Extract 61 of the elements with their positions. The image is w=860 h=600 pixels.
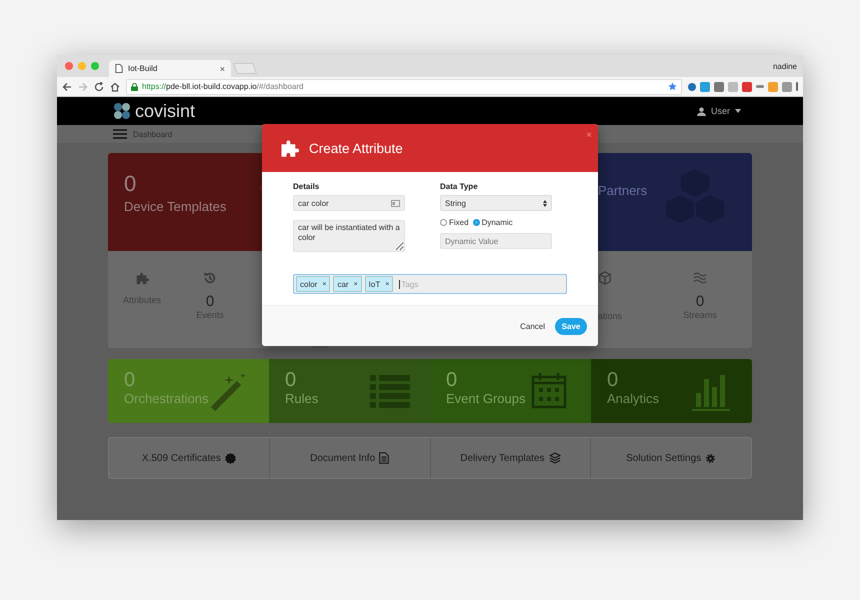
radio-button[interactable] bbox=[472, 219, 480, 226]
extension-icons[interactable] bbox=[688, 82, 798, 92]
stat-count: 0 bbox=[696, 293, 704, 310]
field-label: Data Type bbox=[440, 182, 479, 191]
history-icon bbox=[203, 271, 217, 285]
dialog-title: Create Attribute bbox=[309, 140, 403, 156]
home-icon[interactable] bbox=[110, 82, 120, 92]
radio-option[interactable]: Fixed bbox=[440, 218, 469, 227]
tags-placeholder: Tags bbox=[399, 280, 418, 288]
stat-count: 0 bbox=[206, 293, 214, 310]
puzzle-icon bbox=[279, 138, 299, 158]
back-icon[interactable] bbox=[62, 82, 72, 92]
waves-icon bbox=[693, 271, 707, 285]
menu-icon[interactable] bbox=[113, 129, 127, 139]
tag-label: car bbox=[337, 280, 349, 288]
caret-icon bbox=[735, 109, 741, 113]
tile-count: 0 bbox=[446, 369, 458, 392]
star-icon[interactable] bbox=[668, 82, 677, 91]
id-card-icon bbox=[391, 200, 400, 206]
user-menu[interactable]: User bbox=[690, 105, 747, 117]
radio-option[interactable]: Dynamic bbox=[472, 218, 513, 227]
radio-button[interactable] bbox=[440, 219, 447, 226]
data-type-select[interactable]: String bbox=[440, 195, 552, 211]
seal-icon bbox=[224, 452, 236, 464]
settings-icon bbox=[705, 452, 716, 464]
document-icon bbox=[379, 452, 390, 464]
description-field[interactable]: car will be instantiated with a color bbox=[293, 220, 405, 252]
document-icon bbox=[115, 64, 123, 73]
box-icon bbox=[598, 271, 612, 285]
forward-icon[interactable] bbox=[78, 82, 88, 92]
tile-count: 0 bbox=[285, 369, 296, 392]
field-label: Details bbox=[293, 182, 320, 191]
card-title: Partners bbox=[598, 183, 648, 198]
tag-label: IoT bbox=[368, 280, 380, 288]
tile-label: Orchestrations bbox=[124, 391, 209, 406]
browser-tab[interactable]: Iot-Build × bbox=[109, 60, 231, 77]
card-title: Device Templates bbox=[124, 199, 226, 214]
puzzle-icon bbox=[135, 271, 149, 285]
tile-label: Event Groups bbox=[446, 391, 526, 406]
tile-count: 0 bbox=[124, 369, 136, 392]
user-icon bbox=[696, 106, 706, 116]
brand-name: covisint bbox=[135, 100, 196, 122]
reload-icon[interactable] bbox=[94, 82, 104, 92]
tile-count: 0 bbox=[607, 369, 618, 392]
tile-label: Analytics bbox=[607, 391, 660, 406]
cancel-button[interactable]: Cancel bbox=[520, 322, 545, 331]
sort-caret-icon bbox=[543, 200, 547, 206]
logo-icon bbox=[113, 102, 131, 120]
layers-icon bbox=[548, 452, 561, 464]
close-window-button[interactable] bbox=[65, 62, 73, 70]
tag-label: color bbox=[300, 280, 318, 288]
name-field[interactable]: car color bbox=[293, 195, 405, 211]
maximize-window-button[interactable] bbox=[91, 62, 99, 70]
close-tab-button[interactable]: × bbox=[220, 64, 225, 74]
value-field[interactable]: Dynamic Value bbox=[440, 233, 552, 249]
profile-name[interactable]: nadine bbox=[772, 62, 803, 70]
address-bar[interactable]: https://pde-bll.iot-build.covapp.io/#/dashboard bbox=[126, 78, 682, 94]
lock-icon bbox=[131, 82, 138, 90]
url-text: https://pde-bll.iot-build.covapp.io/#/dashboard bbox=[142, 82, 304, 91]
card-count: 0 bbox=[124, 171, 136, 197]
tile-label: Rules bbox=[285, 391, 318, 406]
